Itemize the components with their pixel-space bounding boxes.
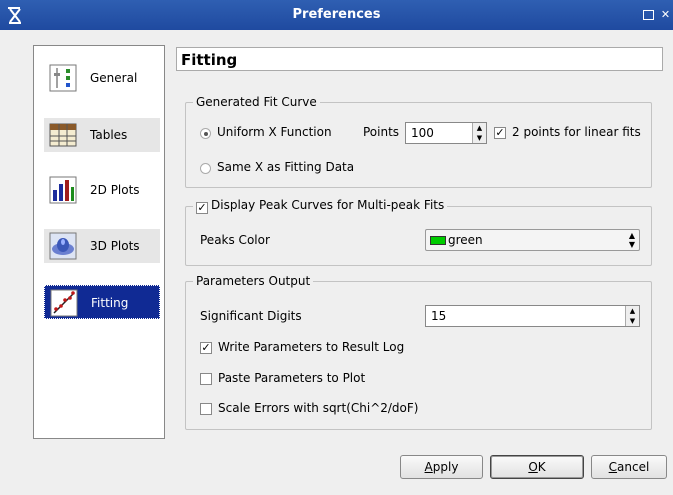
- uniform-x-label: Uniform X Function: [217, 125, 332, 139]
- digits-label: Significant Digits: [200, 309, 302, 323]
- paste-plot-label: Paste Parameters to Plot: [218, 371, 366, 385]
- write-log-label: Write Parameters to Result Log: [218, 340, 405, 354]
- sidebar-item-general[interactable]: General: [44, 61, 160, 95]
- category-list[interactable]: General Tables 2D Plots 3D Plots Fitting: [33, 45, 165, 439]
- chevron-updown-icon: ▲ ▼: [628, 231, 635, 249]
- digits-value: 15: [431, 309, 447, 323]
- sidebar-item-fitting[interactable]: Fitting: [44, 285, 160, 319]
- linear-fit-label: 2 points for linear fits: [512, 125, 641, 139]
- spin-arrows-icon[interactable]: ▲ ▼: [472, 123, 486, 143]
- table-icon: [49, 123, 77, 147]
- fit-line-icon: [50, 289, 78, 317]
- linear-fit-checkbox[interactable]: ✓: [494, 127, 506, 139]
- title-bar[interactable]: Preferences ✕: [0, 0, 673, 30]
- sidebar-item-tables[interactable]: Tables: [44, 118, 160, 152]
- peak-curves-checkbox[interactable]: ✓: [196, 202, 208, 214]
- write-log-checkbox[interactable]: ✓: [200, 342, 212, 354]
- general-settings-icon: [49, 64, 77, 92]
- sidebar-item-label: General: [90, 71, 138, 85]
- scale-errors-label: Scale Errors with sqrt(Chi^2/doF): [218, 401, 419, 415]
- page-title: Fitting: [176, 47, 663, 71]
- sidebar-item-label: Fitting: [91, 296, 129, 310]
- paste-plot-checkbox[interactable]: [200, 373, 212, 385]
- uniform-x-radio[interactable]: [200, 128, 211, 139]
- sidebar-item-label: Tables: [90, 128, 128, 142]
- cancel-button[interactable]: Cancel: [591, 455, 667, 479]
- sidebar-item-3d-plots[interactable]: 3D Plots: [44, 229, 160, 263]
- sidebar-item-2d-plots[interactable]: 2D Plots: [44, 173, 160, 207]
- peak-curves-legend: ✓ Display Peak Curves for Multi-peak Fits: [193, 198, 447, 214]
- fit-curve-legend: Generated Fit Curve: [196, 95, 317, 109]
- points-value: 100: [411, 126, 434, 140]
- scale-errors-checkbox[interactable]: [200, 403, 212, 415]
- same-x-radio[interactable]: [200, 163, 211, 174]
- same-x-label: Same X as Fitting Data: [217, 160, 355, 174]
- spin-arrows-icon[interactable]: ▲ ▼: [625, 306, 639, 326]
- digits-spinbox[interactable]: 15 ▲ ▼: [425, 305, 640, 327]
- ok-button[interactable]: OK: [490, 455, 584, 479]
- color-swatch: [430, 236, 446, 245]
- bar-chart-icon: [49, 176, 77, 204]
- params-output-legend: Parameters Output: [196, 274, 311, 288]
- points-spinbox[interactable]: 100 ▲ ▼: [405, 122, 487, 144]
- peaks-color-value: green: [448, 233, 483, 247]
- peaks-color-label: Peaks Color: [200, 233, 270, 247]
- peak-curves-label: Display Peak Curves for Multi-peak Fits: [211, 198, 445, 212]
- peaks-color-select[interactable]: green ▲ ▼: [425, 229, 640, 251]
- surface-plot-icon: [49, 232, 77, 260]
- sidebar-item-label: 2D Plots: [90, 183, 140, 197]
- maximize-icon[interactable]: [643, 10, 654, 20]
- window-title: Preferences: [292, 7, 381, 22]
- points-label: Points: [363, 125, 400, 139]
- close-icon[interactable]: ✕: [659, 8, 672, 21]
- sidebar-item-label: 3D Plots: [90, 239, 140, 253]
- apply-button[interactable]: Apply: [400, 455, 483, 479]
